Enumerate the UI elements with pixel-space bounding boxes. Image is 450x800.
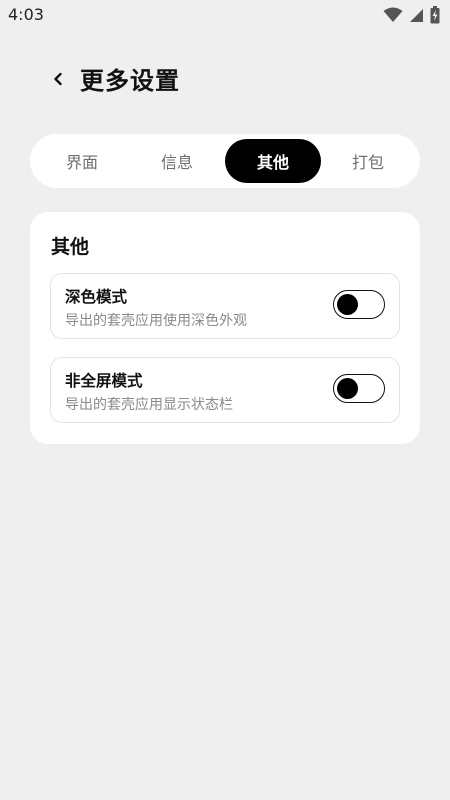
- tab-bar: 界面 信息 其他 打包: [30, 134, 420, 188]
- dark-mode-toggle[interactable]: [333, 290, 385, 319]
- back-button[interactable]: [44, 66, 72, 96]
- chevron-left-icon: [52, 71, 64, 91]
- toggle-knob: [337, 377, 358, 399]
- non-fullscreen-toggle[interactable]: [333, 374, 385, 403]
- tab-package[interactable]: 打包: [320, 139, 416, 183]
- setting-description: 导出的套壳应用使用深色外观: [65, 313, 247, 329]
- tab-other[interactable]: 其他: [225, 139, 321, 183]
- setting-label: 深色模式: [65, 288, 128, 306]
- setting-row-dark-mode[interactable]: 深色模式 导出的套壳应用使用深色外观: [50, 273, 400, 339]
- settings-card: 其他 深色模式 导出的套壳应用使用深色外观 非全屏模式 导出的套壳应用显示状态栏: [30, 212, 420, 444]
- signal-icon: [409, 8, 424, 23]
- setting-label: 非全屏模式: [65, 372, 143, 390]
- toggle-knob: [337, 293, 358, 315]
- setting-description: 导出的套壳应用显示状态栏: [65, 397, 233, 413]
- header: 更多设置: [0, 58, 450, 104]
- battery-icon: [430, 6, 440, 24]
- wifi-icon: [383, 7, 403, 23]
- status-icons: [383, 6, 440, 24]
- setting-row-non-fullscreen[interactable]: 非全屏模式 导出的套壳应用显示状态栏: [50, 357, 400, 423]
- tab-interface[interactable]: 界面: [34, 139, 130, 183]
- tab-info[interactable]: 信息: [129, 139, 225, 183]
- section-title: 其他: [51, 236, 90, 258]
- status-time: 4:03: [8, 5, 44, 24]
- status-bar: 4:03: [0, 0, 450, 30]
- page-title: 更多设置: [80, 67, 180, 95]
